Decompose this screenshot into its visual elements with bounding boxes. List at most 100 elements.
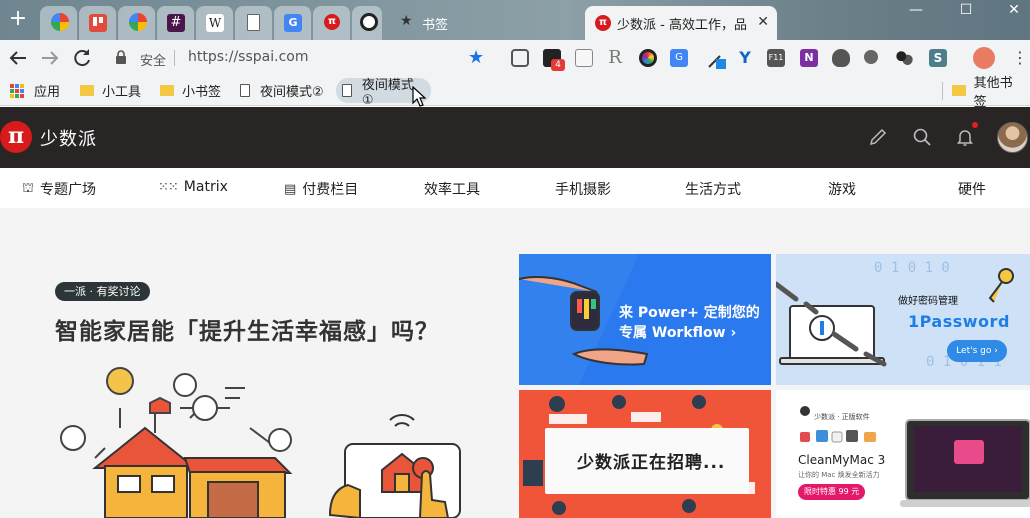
close-window-button[interactable]: ✕ bbox=[998, 2, 1030, 20]
tab-title: 少数派 - 高效工作，品质生活 bbox=[617, 18, 747, 33]
tab-slack[interactable]: # bbox=[157, 6, 195, 40]
f11-icon[interactable]: F11 bbox=[767, 49, 785, 67]
arrow-right-icon bbox=[42, 51, 59, 65]
nav-games[interactable]: 游戏 bbox=[828, 179, 856, 199]
google-icon bbox=[129, 13, 147, 31]
s-icon[interactable]: S bbox=[929, 49, 947, 67]
site-logo[interactable]: π bbox=[0, 121, 32, 153]
folder-icon bbox=[160, 85, 174, 96]
tab-panda[interactable] bbox=[352, 6, 383, 40]
sspai-icon: π bbox=[595, 15, 611, 31]
column-icon: ▤ bbox=[284, 181, 297, 197]
tab-title: 书签 bbox=[422, 18, 449, 33]
bookmark-night-mode-2[interactable]: 夜间模式② bbox=[234, 78, 330, 103]
tab-strip: + # W G π ★ 书签 π 少数派 - 高效工作，品质生活 ✕ — ☐ ✕ bbox=[0, 0, 1030, 40]
bookmark-label: 其他书签 bbox=[973, 75, 1013, 110]
tab-bookmarks[interactable]: ★ 书签 bbox=[384, 6, 584, 40]
minimize-button[interactable]: — bbox=[900, 2, 932, 20]
nav-hardware[interactable]: 硬件 bbox=[958, 179, 986, 199]
onenote-icon[interactable]: N bbox=[800, 49, 818, 67]
nav-matrix[interactable]: ⁙⁙ Matrix bbox=[158, 179, 228, 195]
bookmark-star-icon[interactable]: ★ bbox=[468, 47, 484, 68]
url-text[interactable]: https://sspai.com bbox=[188, 49, 308, 65]
nav-label: 付费栏目 bbox=[302, 182, 359, 198]
nav-label: 硬件 bbox=[958, 182, 986, 198]
close-icon[interactable]: ✕ bbox=[757, 14, 769, 30]
promo-card-1password[interactable]: 0 1 0 1 0 0 1 0 1 1 做好密码管理 1Password Let… bbox=[776, 254, 1030, 385]
forward-button[interactable] bbox=[38, 46, 62, 70]
pocket-icon[interactable] bbox=[511, 49, 529, 67]
site-name[interactable]: 少数派 bbox=[40, 125, 97, 151]
hero-title[interactable]: 智能家居能「提升生活幸福感」吗？ bbox=[55, 312, 439, 346]
svg-text:0 1 0 1 0: 0 1 0 1 0 bbox=[874, 260, 950, 276]
plaza-icon: ⛫ bbox=[22, 180, 34, 196]
promo-1password-cta[interactable]: Let's go › bbox=[947, 340, 1007, 362]
maximize-button[interactable]: ☐ bbox=[950, 2, 982, 20]
search-icon[interactable] bbox=[912, 127, 932, 147]
bookmark-folder-tools[interactable]: 小工具 bbox=[74, 78, 147, 103]
promo-1password-lead: 做好密码管理 bbox=[898, 296, 958, 307]
browser-toolbar: 安全 https://sspai.com ★ 4 R G Y F11 N S ⋮ bbox=[0, 40, 1030, 76]
tab-translate[interactable]: G bbox=[274, 6, 312, 40]
extension-icon[interactable] bbox=[895, 49, 913, 67]
nav-productivity[interactable]: 效率工具 bbox=[424, 179, 480, 199]
nav-paid-columns[interactable]: ▤ 付费栏目 bbox=[284, 179, 358, 199]
promo-card-cleanmymac[interactable]: 少数派 · 正版软件 CleanMyMac 3 让你的 Mac 焕发全新活力 限… bbox=[776, 390, 1030, 518]
eyedropper-glyph bbox=[708, 55, 726, 69]
readability-icon[interactable]: R bbox=[606, 49, 624, 67]
smart-home-illustration bbox=[60, 367, 461, 518]
evernote-icon[interactable] bbox=[832, 49, 850, 67]
tab-google-1[interactable] bbox=[40, 6, 78, 40]
nav-photography[interactable]: 手机摄影 bbox=[555, 179, 611, 199]
translate-icon[interactable]: G bbox=[670, 49, 688, 67]
bookmark-label: 夜间模式② bbox=[260, 85, 324, 100]
arrow-left-icon bbox=[9, 51, 26, 65]
eyedropper-icon[interactable] bbox=[706, 49, 726, 69]
vue-devtools-icon[interactable]: Y bbox=[736, 49, 754, 67]
address-bar[interactable]: 安全 https://sspai.com ★ bbox=[108, 45, 500, 71]
apps-grid-icon bbox=[10, 83, 24, 98]
tab-google-2[interactable] bbox=[118, 6, 156, 40]
promo-power-line2: 专属 Workflow › bbox=[619, 325, 737, 341]
new-tab-button[interactable]: + bbox=[6, 8, 30, 32]
nav-label: 专题广场 bbox=[39, 182, 96, 198]
nav-label: Matrix bbox=[183, 179, 228, 195]
nav-label: 效率工具 bbox=[424, 182, 480, 198]
folder-icon bbox=[80, 85, 94, 96]
slack-icon: # bbox=[167, 14, 185, 32]
bell-icon[interactable] bbox=[955, 127, 975, 147]
colorpicker-icon[interactable] bbox=[639, 49, 657, 67]
tab-sspai[interactable]: π bbox=[313, 6, 351, 40]
translate-icon: G bbox=[284, 14, 302, 32]
menu-icon[interactable]: ⋮ bbox=[1012, 49, 1028, 67]
site-header: π 少数派 bbox=[0, 107, 1030, 168]
dots-grid-icon: ⁙⁙ bbox=[158, 179, 179, 195]
tab-wikipedia[interactable]: W bbox=[196, 6, 234, 40]
folder-icon bbox=[952, 85, 966, 96]
tab-document[interactable] bbox=[235, 6, 273, 40]
tab-trello[interactable] bbox=[79, 6, 117, 40]
lightbulb-icon[interactable] bbox=[864, 50, 878, 64]
apps-shortcut[interactable]: 应用 bbox=[4, 78, 66, 103]
tab-active-sspai[interactable]: π 少数派 - 高效工作，品质生活 ✕ bbox=[585, 6, 777, 40]
promo-power-line1: 来 Power+ 定制您的 bbox=[619, 305, 760, 321]
promo-cmm-lead: 少数派 · 正版软件 bbox=[814, 413, 870, 421]
nav-lifestyle[interactable]: 生活方式 bbox=[685, 179, 741, 199]
wikipedia-icon: W bbox=[206, 14, 224, 32]
bookmark-label: 应用 bbox=[34, 85, 61, 100]
promo-cmm-price[interactable]: 限时特惠 99 元 bbox=[798, 484, 866, 500]
bookmark-other[interactable]: 其他书签 bbox=[946, 76, 1030, 110]
hero-badge[interactable]: 一派 · 有奖讨论 bbox=[55, 282, 150, 301]
nav-label: 游戏 bbox=[828, 182, 856, 198]
pencil-icon[interactable] bbox=[868, 127, 888, 147]
promo-cmm-sub: 让你的 Mac 焕发全新活力 bbox=[798, 471, 880, 479]
promo-card-power[interactable]: 来 Power+ 定制您的 专属 Workflow › bbox=[519, 254, 771, 385]
reader-icon[interactable] bbox=[575, 49, 593, 67]
bookmark-folder-bookmarklets[interactable]: 小书签 bbox=[154, 78, 227, 103]
reload-button[interactable] bbox=[70, 46, 94, 70]
user-avatar[interactable] bbox=[997, 122, 1028, 153]
profile-avatar[interactable] bbox=[973, 47, 995, 69]
promo-card-hiring[interactable]: 少数派正在招聘... bbox=[519, 390, 771, 518]
back-button[interactable] bbox=[6, 46, 30, 70]
nav-topics[interactable]: ⛫ 专题广场 bbox=[22, 179, 96, 199]
